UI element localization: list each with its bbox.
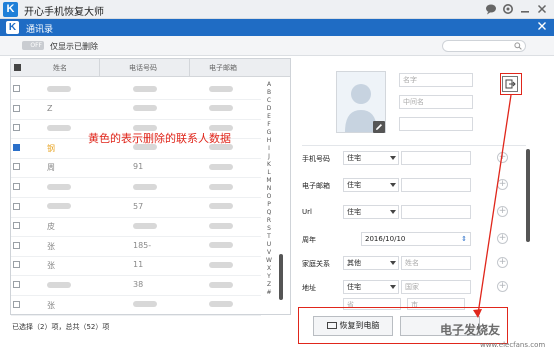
watermark-url: www.elecfans.com (480, 341, 546, 349)
annotation-arrow (473, 94, 512, 318)
watermark: 电子发烧友 (440, 323, 501, 337)
